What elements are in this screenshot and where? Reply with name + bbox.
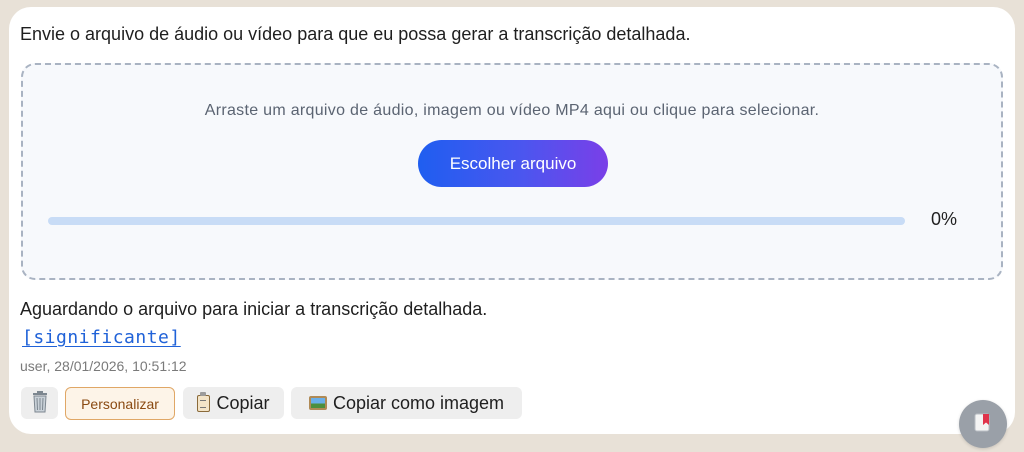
significante-link[interactable]: [significante] <box>22 327 181 348</box>
copy-button[interactable]: Copiar <box>183 387 284 419</box>
customize-button[interactable]: Personalizar <box>65 387 175 420</box>
copy-label: Copiar <box>216 392 270 413</box>
dropzone-hint: Arraste um arquivo de áudio, imagem ou v… <box>204 102 820 119</box>
copy-as-image-button[interactable]: Copiar como imagem <box>291 387 522 419</box>
clipboard-icon <box>197 391 211 412</box>
bookmark-fab-button[interactable] <box>959 400 1007 448</box>
status-text: Aguardando o arquivo para iniciar a tran… <box>20 299 488 319</box>
delete-button[interactable] <box>21 387 58 419</box>
message-card: Envie o arquivo de áudio ou vídeo para q… <box>9 7 1015 434</box>
upload-progress-label: 0% <box>931 209 958 229</box>
trash-icon <box>30 390 50 416</box>
message-meta: user, 28/01/2026, 10:51:12 <box>20 358 187 374</box>
picture-icon <box>308 396 327 410</box>
upload-progress-bar <box>48 217 905 225</box>
bookmark-icon <box>974 413 992 436</box>
intro-text: Envie o arquivo de áudio ou vídeo para q… <box>20 24 691 44</box>
file-dropzone[interactable]: Arraste um arquivo de áudio, imagem ou v… <box>21 63 1003 280</box>
copy-as-image-label: Copiar como imagem <box>332 392 505 413</box>
choose-file-button[interactable]: Escolher arquivo <box>418 140 608 187</box>
